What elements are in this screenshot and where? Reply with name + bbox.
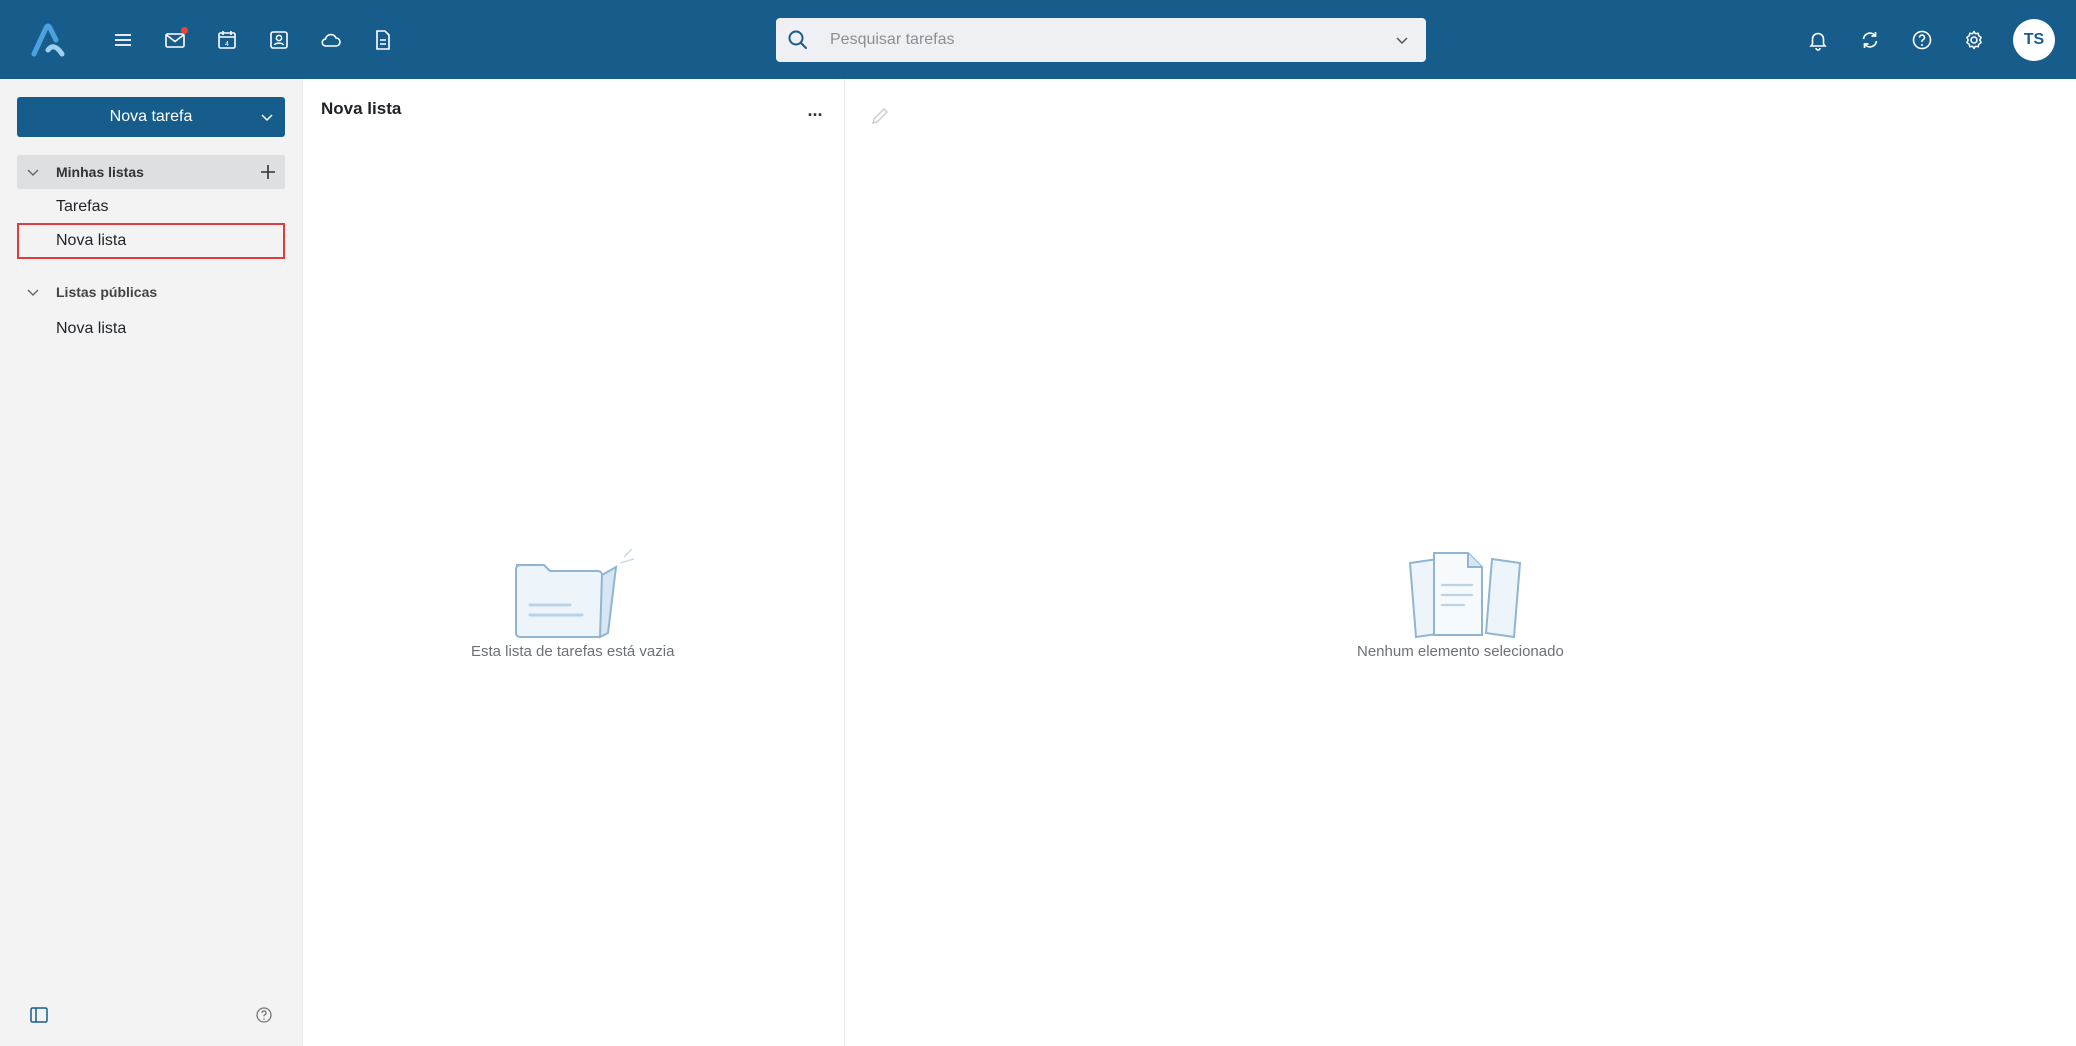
- no-selection-message: Nenhum elemento selecionado: [1357, 643, 1564, 660]
- list-title: Nova lista: [321, 99, 402, 118]
- refresh-icon[interactable]: [1854, 24, 1886, 56]
- empty-documents-icon: [1408, 552, 1522, 639]
- empty-folder-icon: [515, 548, 635, 639]
- sidebar-item-nova-lista[interactable]: Nova lista: [17, 223, 285, 259]
- my-lists-header[interactable]: Minhas listas: [17, 155, 285, 189]
- pencil-icon[interactable]: [869, 105, 891, 127]
- sidebar-item-public-nova-lista[interactable]: Nova lista: [17, 311, 285, 347]
- chevron-down-icon[interactable]: [25, 164, 41, 180]
- avatar[interactable]: TS: [2013, 19, 2055, 61]
- settings-icon[interactable]: [1958, 24, 1990, 56]
- document-icon[interactable]: [367, 24, 399, 56]
- help-icon[interactable]: [253, 1004, 275, 1026]
- cloud-icon[interactable]: [315, 24, 347, 56]
- chevron-down-icon[interactable]: [25, 284, 41, 300]
- search-icon[interactable]: [786, 28, 810, 52]
- sidebar-item-label: Nova lista: [56, 232, 127, 249]
- more-options-button[interactable]: ...: [803, 101, 827, 121]
- app-logo[interactable]: [28, 20, 68, 60]
- new-task-button[interactable]: Nova tarefa: [17, 97, 285, 137]
- my-lists-label: Minhas listas: [56, 164, 144, 180]
- search-bar[interactable]: [776, 18, 1426, 62]
- top-bar: 4 TS: [0, 0, 2076, 79]
- help-icon[interactable]: [1906, 24, 1938, 56]
- search-input[interactable]: [830, 24, 1350, 56]
- public-lists-label: Listas públicas: [56, 284, 158, 300]
- sidebar-item-label: Nova lista: [56, 320, 127, 337]
- collapse-sidebar-icon[interactable]: [28, 1004, 50, 1026]
- sidebar: Nova tarefa Minhas listas Tarefas Nova l…: [0, 79, 303, 1046]
- add-list-icon[interactable]: [257, 161, 279, 183]
- mail-icon[interactable]: [159, 24, 191, 56]
- bell-icon[interactable]: [1802, 24, 1834, 56]
- sidebar-item-tarefas[interactable]: Tarefas: [17, 189, 285, 225]
- mail-notification-dot: [181, 27, 188, 34]
- calendar-icon[interactable]: 4: [211, 24, 243, 56]
- chevron-down-icon[interactable]: [257, 107, 277, 127]
- new-task-label: Nova tarefa: [109, 108, 193, 125]
- calendar-day-number: 4: [225, 41, 229, 48]
- task-list-pane: Nova lista ... Esta lista de tarefas est…: [303, 79, 845, 1046]
- contacts-icon[interactable]: [263, 24, 295, 56]
- empty-list-message: Esta lista de tarefas está vazia: [471, 643, 675, 660]
- hamburger-menu-icon[interactable]: [107, 24, 139, 56]
- sidebar-item-label: Tarefas: [56, 198, 109, 215]
- public-lists-header[interactable]: Listas públicas: [17, 275, 285, 309]
- chevron-down-icon[interactable]: [1392, 30, 1412, 50]
- detail-pane: Nenhum elemento selecionado: [845, 79, 2076, 1046]
